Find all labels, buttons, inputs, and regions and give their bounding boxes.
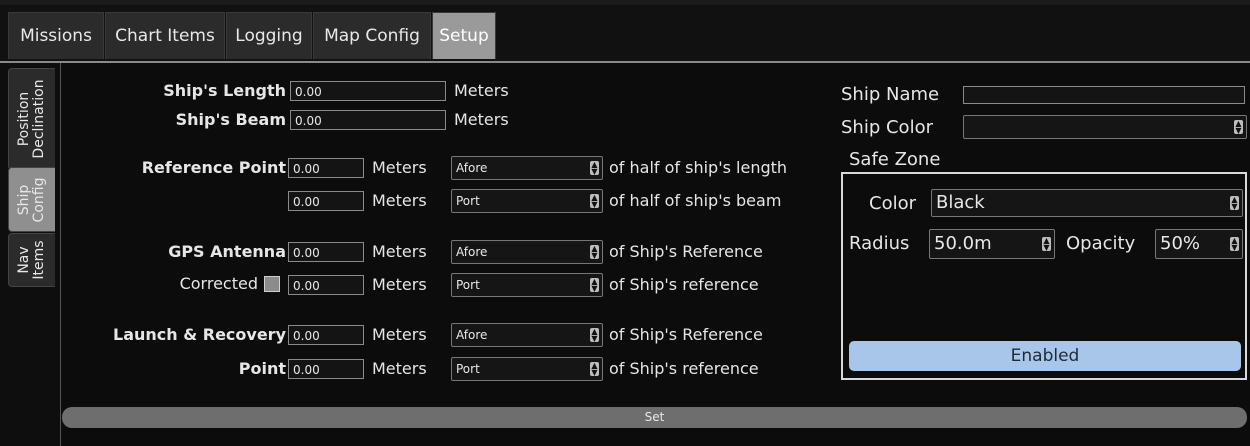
ship-length-label: Ship's Length	[163, 81, 286, 100]
gps-antenna-suffix-2: of Ship's reference	[609, 275, 759, 294]
ship-length-unit: Meters	[454, 81, 509, 100]
select-value: Port	[456, 194, 480, 208]
tab-nav-items[interactable]: Nav Items	[8, 233, 55, 287]
up-down-arrows-icon: ▲ ▼	[1230, 195, 1239, 211]
reference-point-suffix-1: of half of ship's length	[609, 158, 788, 177]
tab-label-line: Ship	[16, 184, 32, 215]
tab-logging[interactable]: Logging	[226, 12, 312, 59]
launch-recovery-input-1[interactable]: 0.00	[288, 325, 364, 345]
spinbox-value: 50%	[1160, 233, 1201, 254]
safe-zone-opacity-label: Opacity	[1066, 233, 1136, 254]
select-value: Port	[456, 362, 480, 376]
launch-recovery-label: Launch & Recovery	[113, 325, 286, 344]
ship-beam-unit: Meters	[454, 110, 509, 129]
top-tab-bar: Missions Chart Items Logging Map Config …	[0, 0, 1250, 62]
reference-point-suffix-2: of half of ship's beam	[609, 191, 782, 210]
corrected-label: Corrected	[179, 274, 258, 293]
gps-antenna-unit-1: Meters	[372, 242, 427, 261]
up-down-arrows-icon: ▲ ▼	[1234, 119, 1243, 135]
tab-ship-config[interactable]: Ship Config	[8, 167, 55, 232]
gps-antenna-suffix-1: of Ship's Reference	[609, 242, 763, 261]
tab-label-line: Position	[16, 91, 32, 147]
up-down-arrows-icon: ▲ ▼	[590, 244, 599, 260]
up-down-arrows-icon: ▲ ▼	[1042, 236, 1051, 252]
reference-point-label: Reference Point	[141, 158, 286, 177]
launch-recovery-suffix-2: of Ship's reference	[609, 359, 759, 378]
set-button[interactable]: Set	[62, 407, 1247, 428]
launch-recovery-input-2[interactable]: 0.00	[288, 359, 364, 379]
up-down-arrows-icon: ▲ ▼	[1230, 236, 1239, 252]
top-strip	[0, 0, 1250, 5]
up-down-arrows-icon: ▲ ▼	[590, 361, 599, 377]
gps-antenna-direction-2[interactable]: Port ▲ ▼	[451, 273, 603, 297]
tab-label-line: Config	[31, 177, 47, 222]
tab-label-line: Declination	[31, 79, 47, 159]
up-down-arrows-icon: ▲ ▼	[590, 277, 599, 293]
launch-recovery-unit-2: Meters	[372, 359, 427, 378]
tab-ship-config-label: Ship Config	[16, 177, 47, 222]
reference-point-unit-1: Meters	[372, 158, 427, 177]
tab-missions[interactable]: Missions	[8, 12, 104, 59]
launch-recovery-unit-1: Meters	[372, 325, 427, 344]
safe-zone-radius-spinbox[interactable]: 50.0m ▲ ▼	[929, 229, 1055, 259]
gps-antenna-input-2[interactable]: 0.00	[288, 275, 364, 295]
ship-beam-input[interactable]: 0.00	[290, 110, 446, 130]
up-down-arrows-icon: ▲ ▼	[590, 327, 599, 343]
up-down-arrows-icon: ▲ ▼	[590, 160, 599, 176]
corrected-checkbox[interactable]	[264, 276, 280, 292]
launch-recovery-point-label: Point	[238, 359, 286, 378]
safe-zone-radius-label: Radius	[849, 233, 910, 254]
tab-nav-items-label: Nav Items	[16, 240, 47, 280]
reference-point-direction-2[interactable]: Port ▲ ▼	[451, 189, 603, 213]
reference-point-input-2[interactable]: 0.00	[288, 191, 364, 211]
tab-position-declination-label: Position Declination	[16, 79, 47, 159]
select-value: Afore	[456, 161, 488, 175]
ship-color-label: Ship Color	[841, 117, 933, 138]
safe-zone-color-label: Color	[869, 193, 916, 214]
reference-point-direction-1[interactable]: Afore ▲ ▼	[451, 156, 603, 180]
gps-antenna-direction-1[interactable]: Afore ▲ ▼	[451, 240, 603, 264]
ship-beam-label: Ship's Beam	[175, 110, 286, 129]
side-tab-bar: Position Declination Ship Config Nav Ite…	[0, 63, 61, 446]
select-value: Afore	[456, 245, 488, 259]
gps-antenna-label: GPS Antenna	[168, 242, 286, 261]
launch-recovery-direction-1[interactable]: Afore ▲ ▼	[451, 323, 603, 347]
ship-name-input[interactable]	[963, 86, 1245, 104]
safe-zone-title: Safe Zone	[849, 149, 941, 170]
launch-recovery-direction-2[interactable]: Port ▲ ▼	[451, 357, 603, 381]
tab-divider	[0, 61, 1250, 63]
gps-antenna-unit-2: Meters	[372, 275, 427, 294]
safe-zone-opacity-spinbox[interactable]: 50% ▲ ▼	[1155, 229, 1243, 259]
ship-name-label: Ship Name	[841, 84, 940, 105]
select-value: Port	[456, 278, 480, 292]
up-down-arrows-icon: ▲ ▼	[590, 193, 599, 209]
safe-zone-enabled-button[interactable]: Enabled	[849, 341, 1241, 371]
tab-map-config[interactable]: Map Config	[313, 12, 431, 59]
tab-label-line: Items	[31, 240, 47, 280]
tab-position-declination[interactable]: Position Declination	[8, 68, 55, 170]
ship-color-select[interactable]: ▲ ▼	[963, 115, 1247, 139]
ship-length-input[interactable]: 0.00	[290, 81, 446, 101]
select-value: Black	[936, 192, 985, 213]
gps-antenna-input-1[interactable]: 0.00	[288, 242, 364, 262]
tab-chart-items[interactable]: Chart Items	[105, 12, 225, 59]
tab-label-line: Nav	[16, 246, 32, 274]
reference-point-unit-2: Meters	[372, 191, 427, 210]
safe-zone-color-select[interactable]: Black ▲ ▼	[931, 189, 1243, 217]
select-value: Afore	[456, 328, 488, 342]
tab-setup[interactable]: Setup	[432, 12, 496, 59]
reference-point-input-1[interactable]: 0.00	[288, 158, 364, 178]
spinbox-value: 50.0m	[934, 233, 992, 254]
launch-recovery-suffix-1: of Ship's Reference	[609, 325, 763, 344]
